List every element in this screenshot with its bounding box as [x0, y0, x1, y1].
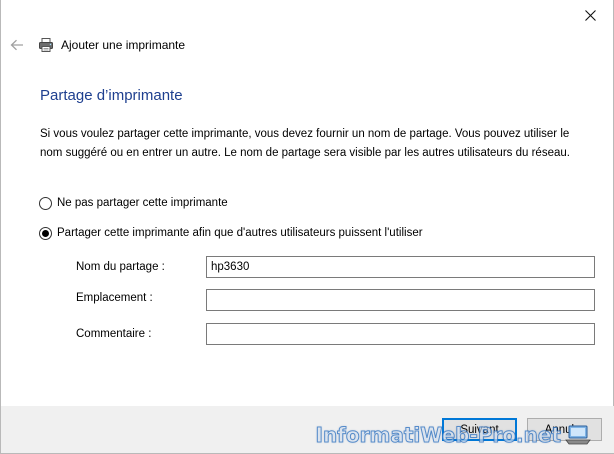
wizard-footer: Suivant Annuler — [1, 406, 614, 453]
close-button[interactable] — [567, 0, 613, 30]
radio-do-not-share[interactable]: Ne pas partager cette imprimante — [39, 195, 228, 211]
radio-share[interactable]: Partager cette imprimante afin que d'aut… — [39, 225, 423, 241]
printer-icon — [39, 38, 53, 52]
page-heading: Partage d’imprimante — [40, 87, 183, 104]
location-field[interactable] — [206, 289, 595, 311]
share-name-field[interactable] — [206, 256, 595, 278]
radio-label-do-not-share: Ne pas partager cette imprimante — [57, 197, 228, 209]
wizard-title: Ajouter une imprimante — [38, 36, 185, 54]
cancel-button[interactable]: Annuler — [527, 418, 602, 441]
comment-field[interactable] — [206, 323, 595, 345]
page-description: Si vous voulez partager cette imprimante… — [40, 128, 570, 159]
close-icon — [584, 9, 596, 21]
radio-button-unselected[interactable] — [39, 196, 52, 210]
radio-label-share: Partager cette imprimante afin que d'aut… — [57, 227, 423, 239]
window-title: Ajouter une imprimante — [61, 38, 186, 52]
back-arrow-icon — [10, 39, 23, 51]
radio-button-selected[interactable] — [39, 226, 52, 240]
add-printer-dialog: Ajouter une imprimante Partage d’imprima… — [0, 0, 614, 454]
comment-label: Commentaire : — [76, 328, 152, 340]
location-label: Emplacement : — [76, 292, 153, 304]
back-button[interactable] — [8, 36, 26, 54]
next-button[interactable]: Suivant — [442, 418, 517, 441]
radio-selected-dot — [42, 229, 49, 237]
share-name-label: Nom du partage : — [76, 261, 165, 273]
